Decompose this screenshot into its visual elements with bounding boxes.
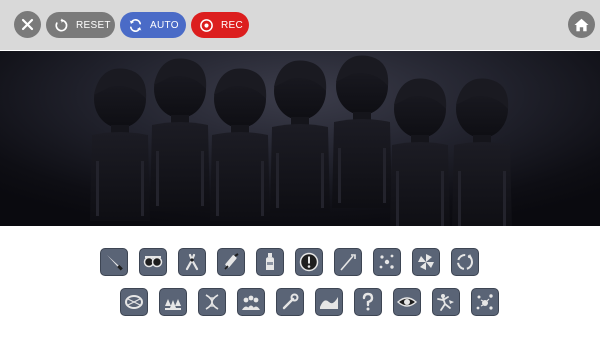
tile-cycle[interactable] bbox=[451, 248, 479, 276]
tile-splash[interactable] bbox=[471, 288, 499, 316]
silhouette-figure bbox=[210, 68, 270, 221]
record-icon bbox=[200, 18, 213, 32]
rec-label: REC bbox=[221, 19, 244, 31]
silhouette-figure bbox=[270, 60, 330, 213]
wave-icon bbox=[320, 297, 338, 309]
cycle-icon bbox=[457, 254, 473, 270]
pliers-icon bbox=[185, 253, 199, 271]
tile-pliers[interactable] bbox=[178, 248, 206, 276]
auto-button[interactable]: AUTO bbox=[120, 12, 186, 38]
syringe-icon bbox=[224, 253, 239, 270]
close-button[interactable] bbox=[14, 11, 41, 38]
tile-goggles[interactable] bbox=[139, 248, 167, 276]
wrench-icon bbox=[282, 293, 299, 310]
eye-icon bbox=[396, 297, 418, 307]
sync-icon bbox=[129, 18, 142, 32]
tile-syringe[interactable] bbox=[217, 248, 245, 276]
silhouette-figure bbox=[332, 55, 392, 208]
dancer-icon bbox=[437, 294, 454, 311]
pinwheel-icon bbox=[418, 254, 434, 270]
goggles-icon bbox=[143, 256, 163, 268]
home-button[interactable] bbox=[568, 11, 595, 38]
tile-bottle[interactable] bbox=[256, 248, 284, 276]
knife-icon bbox=[107, 255, 123, 271]
rope-icon bbox=[125, 295, 143, 309]
creatures-icon bbox=[165, 299, 181, 310]
tile-eye[interactable] bbox=[393, 288, 421, 316]
alert-icon bbox=[299, 252, 319, 272]
tile-wrench[interactable] bbox=[276, 288, 304, 316]
close-icon bbox=[21, 18, 34, 31]
scatter-icon bbox=[379, 254, 394, 269]
tile-grappling-hook[interactable] bbox=[334, 248, 362, 276]
tile-rope[interactable] bbox=[120, 288, 148, 316]
tile-pinwheel[interactable] bbox=[412, 248, 440, 276]
tile-wave[interactable] bbox=[315, 288, 343, 316]
silhouette-figure bbox=[150, 58, 210, 211]
dna-icon bbox=[205, 294, 219, 310]
sound-palette bbox=[0, 226, 600, 337]
grappling-hook-icon bbox=[340, 254, 356, 271]
silhouette-figure bbox=[452, 78, 512, 226]
tile-crowd[interactable] bbox=[237, 288, 265, 316]
tile-alert[interactable] bbox=[295, 248, 323, 276]
tile-question[interactable] bbox=[354, 288, 382, 316]
reset-label: RESET bbox=[76, 19, 111, 31]
tile-dancer[interactable] bbox=[432, 288, 460, 316]
tile-scatter[interactable] bbox=[373, 248, 401, 276]
reset-icon bbox=[55, 17, 68, 31]
stage bbox=[0, 51, 600, 226]
home-icon bbox=[574, 18, 589, 31]
question-icon bbox=[362, 292, 374, 311]
tile-knife[interactable] bbox=[100, 248, 128, 276]
bottle-icon bbox=[266, 253, 274, 270]
top-toolbar: RESET AUTO REC bbox=[0, 0, 600, 50]
silhouette-figure bbox=[390, 78, 450, 226]
crowd-icon bbox=[242, 295, 260, 310]
auto-label: AUTO bbox=[150, 19, 179, 31]
reset-button[interactable]: RESET bbox=[46, 12, 115, 38]
tile-dna[interactable] bbox=[198, 288, 226, 316]
silhouette-figure bbox=[90, 68, 150, 221]
rec-button[interactable]: REC bbox=[191, 12, 249, 38]
performers-group bbox=[90, 55, 512, 226]
splash-icon bbox=[476, 294, 493, 310]
tile-creatures[interactable] bbox=[159, 288, 187, 316]
